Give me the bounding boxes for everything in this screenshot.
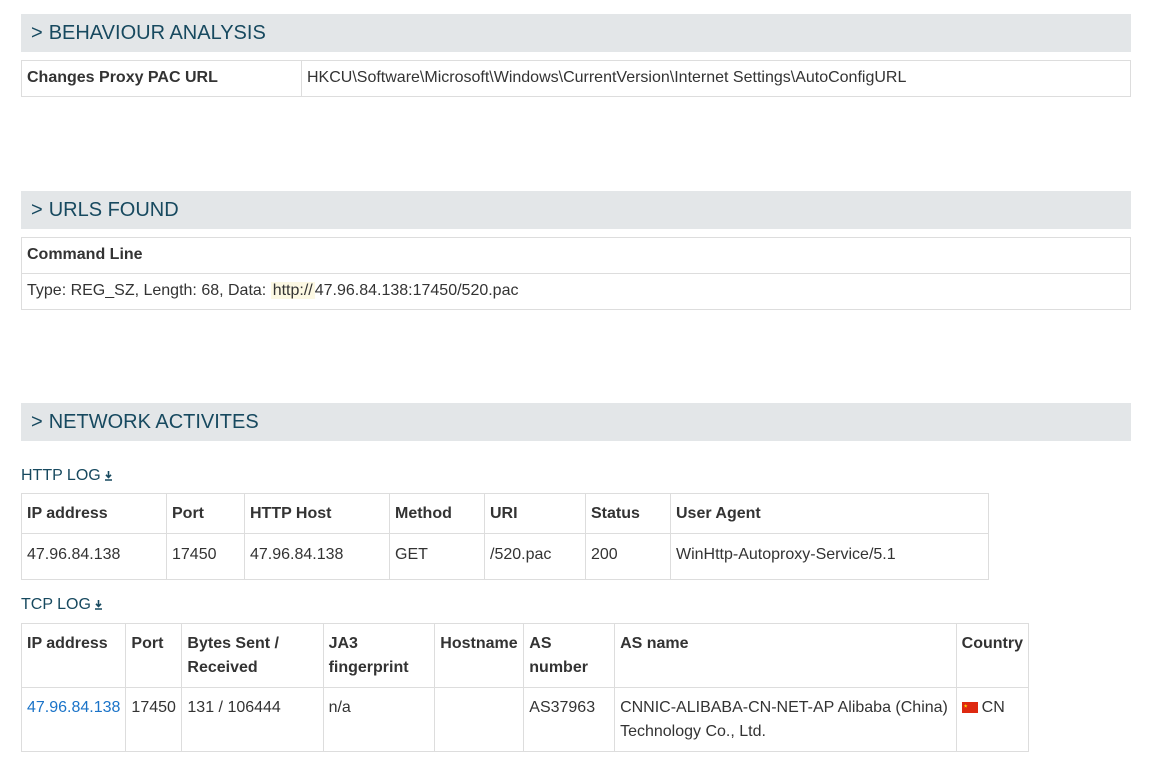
cell-as-name: CNNIC-ALIBABA-CN-NET-AP Alibaba (China) …: [614, 687, 957, 752]
cell-status: 200: [585, 533, 671, 580]
cell-country: CN: [955, 687, 1030, 752]
column-header: User Agent: [670, 493, 989, 534]
column-header: HTTP Host: [244, 493, 390, 534]
flag-cn-icon: [961, 702, 978, 713]
cell-uri: /520.pac: [484, 533, 586, 580]
command-line-label: Command Line: [21, 237, 1131, 274]
cell-user-agent: WinHttp-Autoproxy-Service/5.1: [670, 533, 989, 580]
cell-ip[interactable]: 47.96.84.138: [20, 687, 127, 752]
url-scheme-highlight: http://: [270, 282, 315, 299]
http-log-table: IP address Port HTTP Host Method URI Sta…: [21, 493, 989, 580]
table-header-row: IP address Port HTTP Host Method URI Sta…: [21, 493, 989, 534]
urls-found-header: > URLS FOUND: [21, 191, 1131, 229]
behaviour-value: HKCU\Software\Microsoft\Windows\CurrentV…: [301, 60, 1131, 97]
table-row: 47.96.84.138 17450 131 / 106444 n/a AS37…: [20, 687, 1030, 752]
column-header: Bytes Sent / Received: [181, 623, 324, 688]
column-header: Method: [389, 493, 485, 534]
cell-port: 17450: [125, 687, 183, 752]
behaviour-key: Changes Proxy PAC URL: [21, 60, 302, 97]
cell-port: 17450: [166, 533, 245, 580]
cell-as-number: AS37963: [523, 687, 616, 752]
cell-host: 47.96.84.138: [244, 533, 390, 580]
table-row: Type: REG_SZ, Length: 68, Data: http://4…: [21, 273, 1131, 310]
ip-link[interactable]: 47.96.84.138: [27, 699, 120, 716]
behaviour-analysis-header: > BEHAVIOUR ANALYSIS: [21, 14, 1131, 52]
column-header: URI: [484, 493, 586, 534]
column-header: Hostname: [434, 623, 525, 688]
table-row: Changes Proxy PAC URL HKCU\Software\Micr…: [21, 60, 1131, 97]
column-header: Status: [585, 493, 671, 534]
table-row: Command Line: [21, 237, 1131, 274]
tcp-log-table: IP address Port Bytes Sent / Received JA…: [20, 623, 1030, 752]
chevron-right-icon: >: [31, 199, 43, 221]
http-log-title[interactable]: HTTP LOG: [21, 467, 113, 485]
cell-ip: 47.96.84.138: [21, 533, 167, 580]
cell-ja3: n/a: [322, 687, 436, 752]
url-entry: Type: REG_SZ, Length: 68, Data: http://4…: [21, 273, 1131, 310]
column-header: AS name: [614, 623, 957, 688]
chevron-right-icon: >: [31, 22, 43, 44]
urls-table: Command Line Type: REG_SZ, Length: 68, D…: [21, 237, 1131, 310]
network-activities-header: > NETWORK ACTIVITES: [21, 403, 1131, 441]
download-icon[interactable]: [94, 600, 103, 610]
column-header: Country: [955, 623, 1030, 688]
chevron-right-icon: >: [31, 411, 43, 433]
table-header-row: IP address Port Bytes Sent / Received JA…: [20, 623, 1030, 688]
tcp-log-title[interactable]: TCP LOG: [21, 596, 103, 614]
column-header: JA3 fingerprint: [322, 623, 436, 688]
column-header: IP address: [21, 493, 167, 534]
column-header: IP address: [20, 623, 127, 688]
cell-method: GET: [389, 533, 485, 580]
column-header: Port: [166, 493, 245, 534]
column-header: AS number: [523, 623, 616, 688]
cell-hostname: [434, 687, 525, 752]
column-header: Port: [125, 623, 183, 688]
cell-bytes: 131 / 106444: [181, 687, 324, 752]
behaviour-table: Changes Proxy PAC URL HKCU\Software\Micr…: [21, 60, 1131, 97]
download-icon[interactable]: [104, 471, 113, 481]
url-value[interactable]: 47.96.84.138:17450/520.pac: [315, 282, 519, 299]
table-row: 47.96.84.138 17450 47.96.84.138 GET /520…: [21, 533, 989, 580]
